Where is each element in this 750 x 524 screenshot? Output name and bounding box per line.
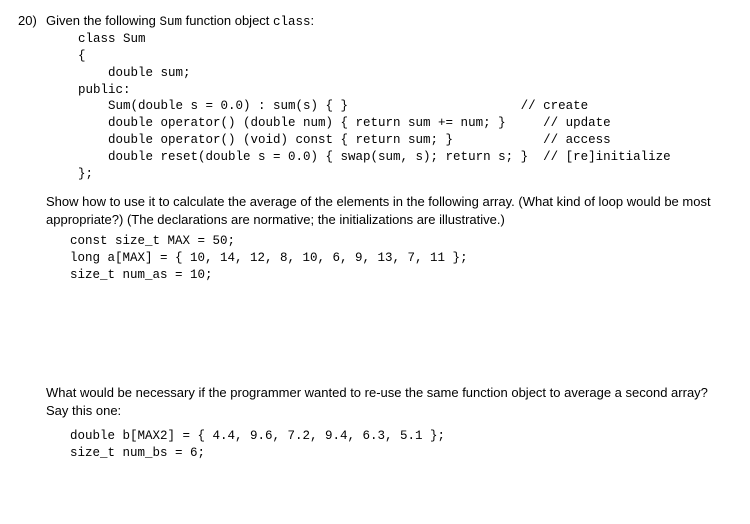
intro-text-2: function object bbox=[182, 13, 273, 28]
intro-code-sum: Sum bbox=[159, 15, 182, 29]
prompt-paragraph-1: Show how to use it to calculate the aver… bbox=[46, 193, 732, 229]
prompt-paragraph-2: What would be necessary if the programme… bbox=[46, 384, 732, 420]
array-a-declarations: const size_t MAX = 50; long a[MAX] = { 1… bbox=[70, 233, 732, 284]
intro-text-3: : bbox=[311, 13, 315, 28]
intro-text-1: Given the following bbox=[46, 13, 159, 28]
question-number: 20) bbox=[18, 12, 46, 30]
question-header: 20) Given the following Sum function obj… bbox=[18, 12, 732, 31]
array-b-declarations: double b[MAX2] = { 4.4, 9.6, 7.2, 9.4, 6… bbox=[70, 428, 732, 462]
class-definition-code: class Sum { double sum; public: Sum(doub… bbox=[78, 31, 732, 183]
intro-line: Given the following Sum function object … bbox=[46, 12, 314, 31]
answer-space-1 bbox=[18, 284, 732, 374]
intro-code-class: class bbox=[273, 15, 311, 29]
